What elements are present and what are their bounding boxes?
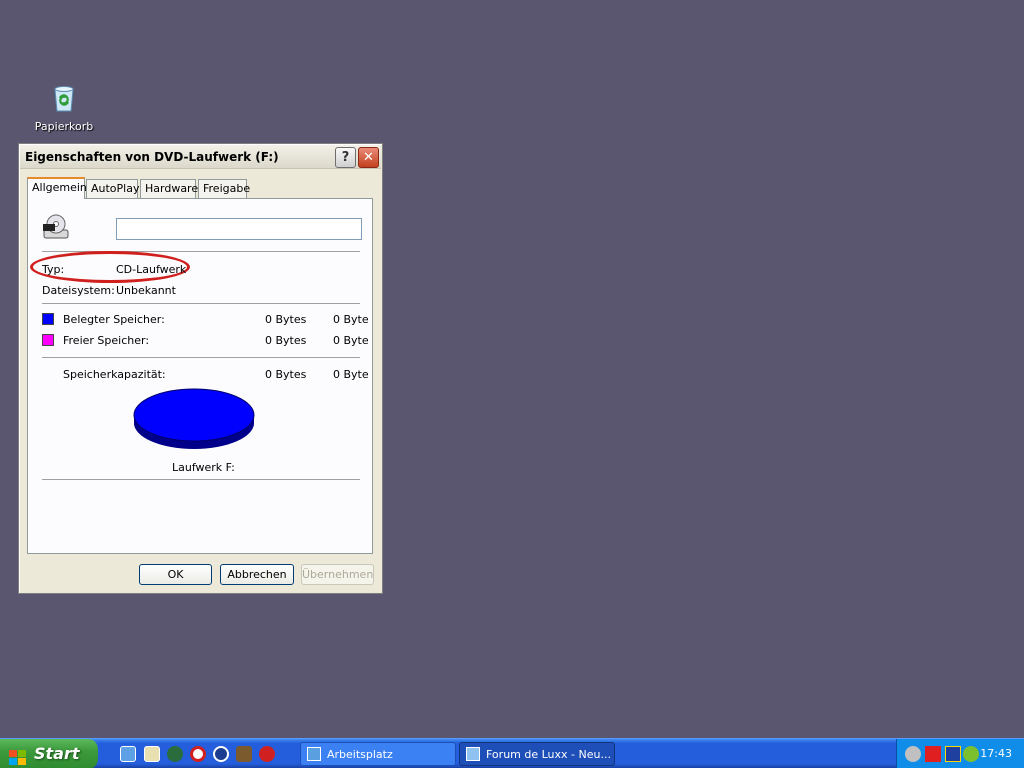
disk-usage-pie — [132, 387, 256, 449]
cancel-button[interactable]: Abbrechen — [220, 564, 294, 585]
drive-letter-label: Laufwerk F: — [172, 461, 235, 474]
tab-allgemein[interactable]: Allgemein — [27, 177, 87, 199]
capacity-short: 0 Byte — [333, 368, 369, 381]
taskbar-task-forum[interactable]: Forum de Luxx - Neu... — [459, 742, 615, 766]
my-computer-icon — [307, 747, 321, 761]
messenger-tray-icon[interactable] — [963, 746, 979, 762]
ie-browser-icon — [466, 747, 480, 761]
capacity-label: Speicherkapazität: — [63, 368, 166, 381]
free-space-label: Freier Speicher: — [63, 334, 150, 347]
shield-tray-icon[interactable] — [905, 746, 921, 762]
used-space-bytes: 0 Bytes — [265, 313, 307, 326]
system-tray: 17:43 — [896, 739, 1024, 768]
used-space-short: 0 Byte — [333, 313, 369, 326]
close-button[interactable]: ✕ — [358, 147, 379, 168]
recycle-bin-icon — [48, 82, 80, 114]
help-button[interactable]: ? — [335, 147, 356, 168]
free-space-bytes: 0 Bytes — [265, 334, 307, 347]
ok-button[interactable]: OK — [139, 564, 212, 585]
general-tab-panel: Typ: CD-Laufwerk Dateisystem: Unbekannt … — [27, 198, 373, 554]
task-label-forum: Forum de Luxx - Neu... — [486, 748, 611, 761]
tab-autoplay[interactable]: AutoPlay — [86, 179, 139, 198]
free-space-short: 0 Byte — [333, 334, 369, 347]
dialog-titlebar[interactable]: Eigenschaften von DVD-Laufwerk (F:) ? ✕ — [20, 145, 381, 169]
start-button[interactable]: Start — [0, 739, 98, 768]
apply-button[interactable]: Übernehmen — [301, 564, 374, 585]
app-quicklaunch-icon[interactable] — [236, 746, 252, 762]
antivirus-tray-icon[interactable] — [925, 746, 941, 762]
capacity-bytes: 0 Bytes — [265, 368, 307, 381]
lifebuoy-quicklaunch-icon[interactable] — [190, 746, 206, 762]
recycle-bin-desktop-icon[interactable]: Papierkorb — [30, 82, 98, 133]
mail-quicklaunch-icon[interactable] — [144, 746, 160, 762]
windows-logo-icon — [9, 746, 27, 765]
network-tray-icon[interactable] — [945, 746, 961, 762]
taskbar-task-arbeitsplatz[interactable]: Arbeitsplatz — [300, 742, 456, 766]
clock[interactable]: 17:43 — [980, 739, 1012, 768]
recycle-bin-label: Papierkorb — [34, 120, 94, 133]
tab-hardware[interactable]: Hardware — [140, 179, 198, 198]
filesystem-label: Dateisystem: — [42, 284, 115, 297]
dialog-title: Eigenschaften von DVD-Laufwerk (F:) — [25, 150, 279, 164]
mediaplayer-quicklaunch-icon[interactable] — [213, 746, 229, 762]
taskbar: Start Arbeitsplatz Forum de Luxx - Neu..… — [0, 738, 1024, 768]
filesystem-value: Unbekannt — [116, 284, 176, 297]
network-quicklaunch-icon[interactable] — [167, 746, 183, 762]
cd-drive-icon — [42, 212, 72, 242]
divider-capacity — [42, 357, 360, 358]
red-quicklaunch-icon[interactable] — [259, 746, 275, 762]
task-label-arbeitsplatz: Arbeitsplatz — [327, 748, 393, 761]
type-label: Typ: — [42, 263, 65, 276]
start-label: Start — [34, 744, 80, 763]
used-space-swatch — [42, 313, 54, 325]
free-space-swatch — [42, 334, 54, 346]
type-value: CD-Laufwerk — [116, 263, 187, 276]
drive-properties-dialog: Eigenschaften von DVD-Laufwerk (F:) ? ✕ … — [18, 143, 383, 594]
used-space-label: Belegter Speicher: — [63, 313, 165, 326]
ie-quicklaunch-icon[interactable] — [120, 746, 136, 762]
divider-bottom — [42, 479, 360, 480]
drive-name-input[interactable] — [116, 218, 362, 240]
tab-freigabe[interactable]: Freigabe — [198, 179, 250, 198]
divider-mid — [42, 303, 360, 304]
